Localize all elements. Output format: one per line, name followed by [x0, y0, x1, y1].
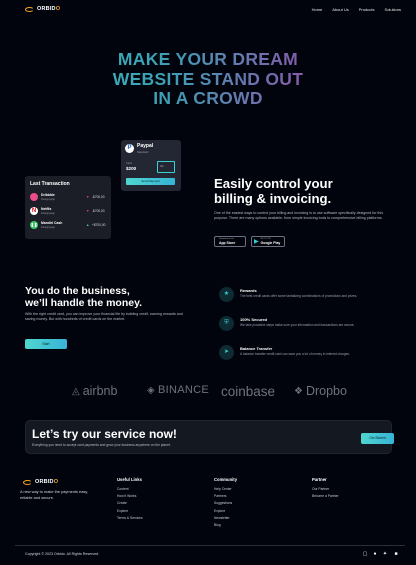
hero-line-3: IN A CROWD: [0, 88, 416, 109]
copyright: Copyright © 2023 Orbido. All Rights Rese…: [25, 552, 100, 556]
footer-description: A new way to make the payments easy, rel…: [20, 489, 89, 500]
transaction-sub: Designpage: [41, 211, 55, 215]
footer-link[interactable]: How it Works: [117, 494, 143, 498]
google-play-button[interactable]: ▶ GET IT ON Google Play: [251, 236, 285, 247]
feature-title: 100% Secured: [240, 317, 268, 322]
brand-airbnb: ◬ airbnb: [72, 384, 118, 398]
logo-icon: [23, 479, 32, 485]
logo-text: ORBIDO: [35, 479, 59, 485]
dribbble-icon: [30, 193, 38, 201]
transaction-row[interactable]: ❚❚ Mandiri Cash Designpage ▲ +$700,00: [30, 221, 106, 231]
binance-icon: ◈: [147, 384, 155, 396]
transaction-name: Netflix: [41, 207, 52, 211]
billing-text: One of the easiest ways to control your …: [214, 211, 383, 220]
hero-line-1: MAKE YOUR DREAM: [0, 49, 416, 70]
app-store-button[interactable]: Download on the App Store: [214, 236, 246, 247]
paypal-card: P Paypal Standard Card $200 Vis. Send Pa…: [121, 140, 181, 191]
footer-link[interactable]: Newsletter: [214, 516, 237, 520]
feature-text: We take proactive steps make sure your i…: [240, 323, 355, 327]
start-button[interactable]: Start: [25, 339, 67, 349]
footer-link[interactable]: Our Partner: [312, 487, 339, 491]
transaction-amount: -$700,00: [92, 194, 105, 199]
play-icon: ▶: [254, 238, 259, 245]
transactions-card: Last Transaction Dribbble Designpage ▼ -…: [25, 176, 111, 239]
logo[interactable]: ORBIDO: [25, 6, 60, 12]
transaction-name: Dribbble: [41, 193, 55, 197]
down-arrow-icon: ▼: [86, 194, 90, 199]
send-icon: ➤: [219, 345, 234, 360]
nav-link-home[interactable]: Home: [312, 7, 323, 12]
up-arrow-icon: ▲: [86, 222, 90, 227]
transactions-title: Last Transaction: [30, 181, 70, 187]
business-heading: You do the business, we’ll handle the mo…: [25, 285, 143, 309]
nav-link-solutions[interactable]: Solutions: [385, 7, 401, 12]
facebook-icon[interactable]: ●: [372, 551, 378, 557]
paypal-card-box-text: Vis.: [160, 165, 165, 168]
hero-line-2: WEBSITE STAND OUT: [0, 69, 416, 90]
feature-title: Rewards: [240, 288, 257, 293]
features-list: ★ Rewards The best credit cards offer so…: [215, 283, 405, 369]
logo-text: ORBIDO: [37, 6, 61, 12]
footer-column-partner: Partner Our Partner Become a Partner: [312, 477, 339, 499]
logo-icon: [25, 6, 34, 12]
paypal-subtitle: Standard: [137, 149, 149, 154]
netflix-icon: N: [30, 207, 38, 215]
nav-link-products[interactable]: Products: [359, 7, 375, 12]
transaction-amount: -$700,00: [92, 208, 105, 213]
footer-link[interactable]: Become a Partner: [312, 494, 339, 498]
hero-heading: MAKE YOUR DREAM WEBSITE STAND OUT IN A C…: [0, 49, 416, 109]
brand-dropbox: ❖ Dropbo: [294, 384, 347, 398]
footer-link[interactable]: Partners: [214, 494, 237, 498]
footer-link[interactable]: Explore: [214, 509, 237, 513]
footer-column-community: Community Help Center Partners Suggestio…: [214, 477, 238, 527]
paypal-label: Card: [126, 162, 132, 165]
transaction-sub: Designpage: [41, 225, 55, 229]
footer-divider: [15, 545, 405, 546]
shield-icon: ⛨: [219, 316, 234, 331]
twitter-icon[interactable]: ✦: [382, 551, 388, 557]
footer-link[interactable]: Content: [117, 487, 143, 491]
feature-text: A balance transfer credit card can save …: [240, 352, 350, 356]
feature-title: Balance Transfer: [240, 346, 273, 351]
main-nav: Home About Us Products Solutions: [312, 7, 401, 12]
pause-icon: ❚❚: [30, 221, 38, 229]
send-payment-button[interactable]: Send Payment: [126, 178, 175, 185]
feature-text: The best credit cards offer some tantali…: [240, 294, 358, 298]
brand-coinbase: coinbase: [221, 384, 276, 399]
cta-banner: Let’s try our service now! Everything yo…: [25, 420, 394, 454]
dropbox-icon: ❖: [294, 385, 303, 397]
transaction-sub: Designpage: [41, 197, 55, 201]
business-text: With the right credit card, you can impr…: [25, 312, 183, 321]
brand-binance: ◈ BINANCE: [147, 384, 209, 396]
footer-link[interactable]: Help Center: [214, 487, 237, 491]
paypal-amount: $200: [126, 166, 137, 171]
airbnb-icon: ◬: [72, 385, 80, 397]
footer-link[interactable]: Explore: [117, 509, 143, 513]
footer-column-useful-links: Useful Links Content How it Works Create…: [117, 477, 143, 520]
cta-heading: Let’s try our service now!: [32, 427, 177, 441]
instagram-icon[interactable]: ▢: [362, 551, 368, 557]
transaction-row[interactable]: N Netflix Designpage ▼ -$700,00: [30, 207, 106, 217]
linkedin-icon[interactable]: ■: [393, 551, 399, 557]
footer-link[interactable]: Terms & Services: [117, 516, 143, 520]
down-arrow-icon: ▼: [86, 208, 90, 213]
cta-text: Everything you need to accept card payme…: [32, 443, 171, 447]
paypal-title: Paypal: [137, 143, 154, 149]
nav-link-about[interactable]: About Us: [332, 7, 348, 12]
footer-link[interactable]: Suggestions: [214, 501, 237, 505]
footer-logo[interactable]: ORBIDO: [23, 479, 58, 485]
transaction-amount: +$700,00: [92, 222, 106, 227]
paypal-icon: P: [125, 144, 134, 153]
transaction-name: Mandiri Cash: [41, 221, 63, 225]
transaction-row[interactable]: Dribbble Designpage ▼ -$700,00: [30, 193, 106, 203]
billing-heading: Easily control your billing & invoicing.: [214, 176, 333, 206]
get-started-button[interactable]: Get Started: [361, 433, 394, 444]
footer-link[interactable]: Create: [117, 501, 143, 505]
star-icon: ★: [219, 287, 234, 302]
footer-link[interactable]: Blog: [214, 523, 237, 527]
